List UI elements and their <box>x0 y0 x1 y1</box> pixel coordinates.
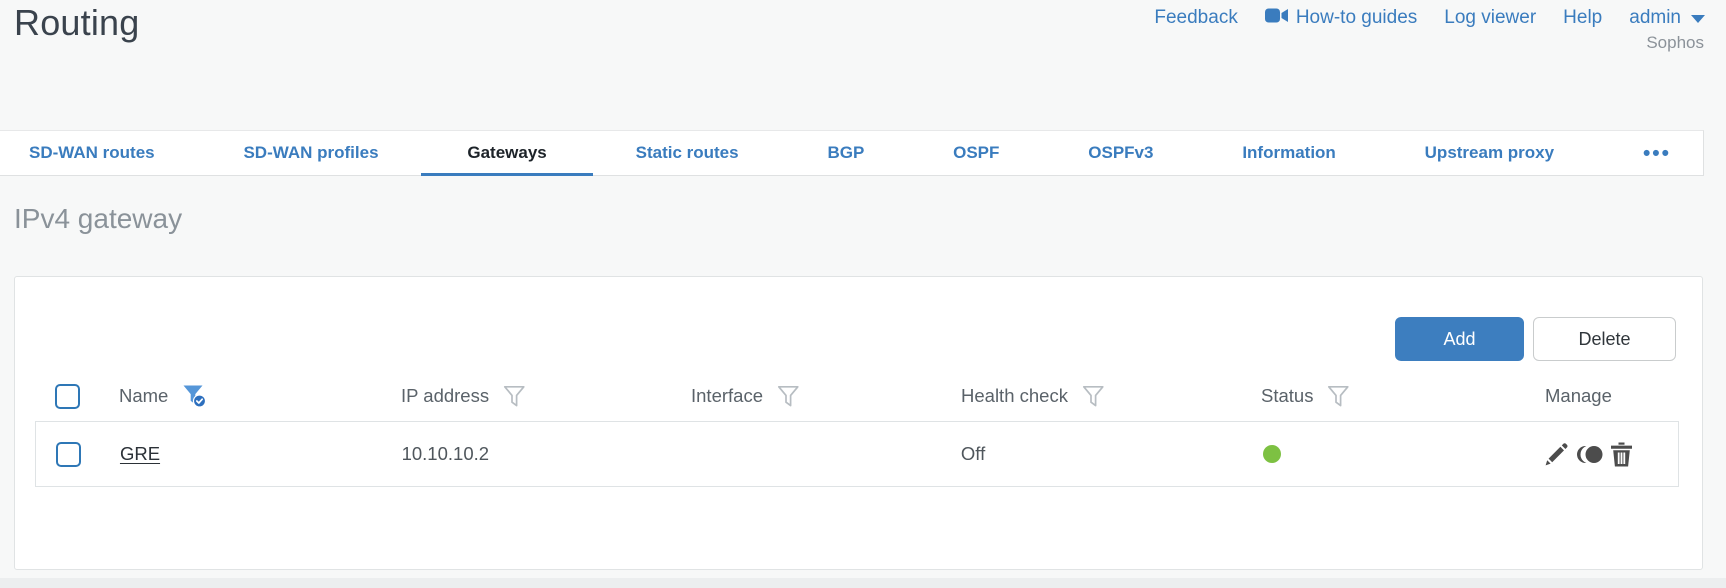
help-link[interactable]: Help <box>1563 7 1602 29</box>
tab-sdwan-routes[interactable]: SD-WAN routes <box>25 131 159 175</box>
table-row: GRE 10.10.10.2 Off <box>35 421 1679 487</box>
tab-ospfv3[interactable]: OSPFv3 <box>1084 131 1157 175</box>
row-checkbox[interactable] <box>56 441 81 467</box>
filter-icon[interactable] <box>1327 385 1350 408</box>
table-header: Name IP address Interface Health check S… <box>35 371 1679 421</box>
filter-icon[interactable] <box>503 385 526 408</box>
filter-active-icon[interactable] <box>182 384 208 408</box>
chevron-down-icon <box>1691 15 1705 23</box>
ipv4-gateway-card: Add Delete Name IP address Interface Hea… <box>14 276 1703 570</box>
table-actions: Add Delete <box>1395 317 1676 361</box>
tab-bgp[interactable]: BGP <box>823 131 868 175</box>
video-camera-icon <box>1264 7 1288 29</box>
log-viewer-link[interactable]: Log viewer <box>1444 7 1536 29</box>
edit-icon[interactable] <box>1544 442 1569 467</box>
admin-menu-button[interactable]: admin <box>1629 7 1705 29</box>
row-manage-actions <box>1544 442 1633 467</box>
header-links: Feedback How-to guides Log viewer Help a… <box>1154 7 1705 29</box>
feedback-link[interactable]: Feedback <box>1154 7 1237 29</box>
gateways-table: Name IP address Interface Health check S… <box>35 371 1679 487</box>
gateway-health-check: Off <box>960 443 986 464</box>
column-header-name: Name <box>119 385 169 406</box>
tab-upstream-proxy[interactable]: Upstream proxy <box>1421 131 1558 175</box>
status-up-indicator <box>1262 445 1281 463</box>
page-title: Routing <box>14 2 140 43</box>
tab-gateways[interactable]: Gateways <box>421 131 594 176</box>
column-header-ip-address: IP address <box>401 385 490 406</box>
tab-sdwan-profiles[interactable]: SD-WAN profiles <box>239 131 382 175</box>
column-header-interface: Interface <box>691 385 763 406</box>
tab-information[interactable]: Information <box>1238 131 1340 175</box>
column-header-manage: Manage <box>1545 385 1612 406</box>
section-title: IPv4 gateway <box>14 203 183 234</box>
routing-tab-bar: SD-WAN routes SD-WAN profiles Gateways S… <box>0 130 1704 176</box>
select-all-checkbox[interactable] <box>55 383 80 409</box>
filter-icon[interactable] <box>1082 385 1105 408</box>
tab-ospf[interactable]: OSPF <box>949 131 1003 175</box>
brand-label: Sophos <box>1646 33 1704 52</box>
gateway-name-link[interactable]: GRE <box>120 443 160 465</box>
tab-static-routes[interactable]: Static routes <box>632 131 743 175</box>
delete-trash-icon[interactable] <box>1610 442 1633 467</box>
add-button[interactable]: Add <box>1395 317 1524 361</box>
how-to-guides-link[interactable]: How-to guides <box>1264 7 1417 29</box>
more-tabs-button[interactable]: ••• <box>1639 131 1675 175</box>
top-bar: Routing Feedback How-to guides Log viewe… <box>0 0 1726 130</box>
column-header-status: Status <box>1261 385 1314 406</box>
clone-icon[interactable] <box>1576 443 1603 466</box>
gateway-ip-address: 10.10.10.2 <box>401 443 490 464</box>
page-bottom-strip <box>0 578 1726 588</box>
filter-icon[interactable] <box>777 385 800 408</box>
column-header-health-check: Health check <box>961 385 1068 406</box>
delete-button[interactable]: Delete <box>1533 317 1676 361</box>
